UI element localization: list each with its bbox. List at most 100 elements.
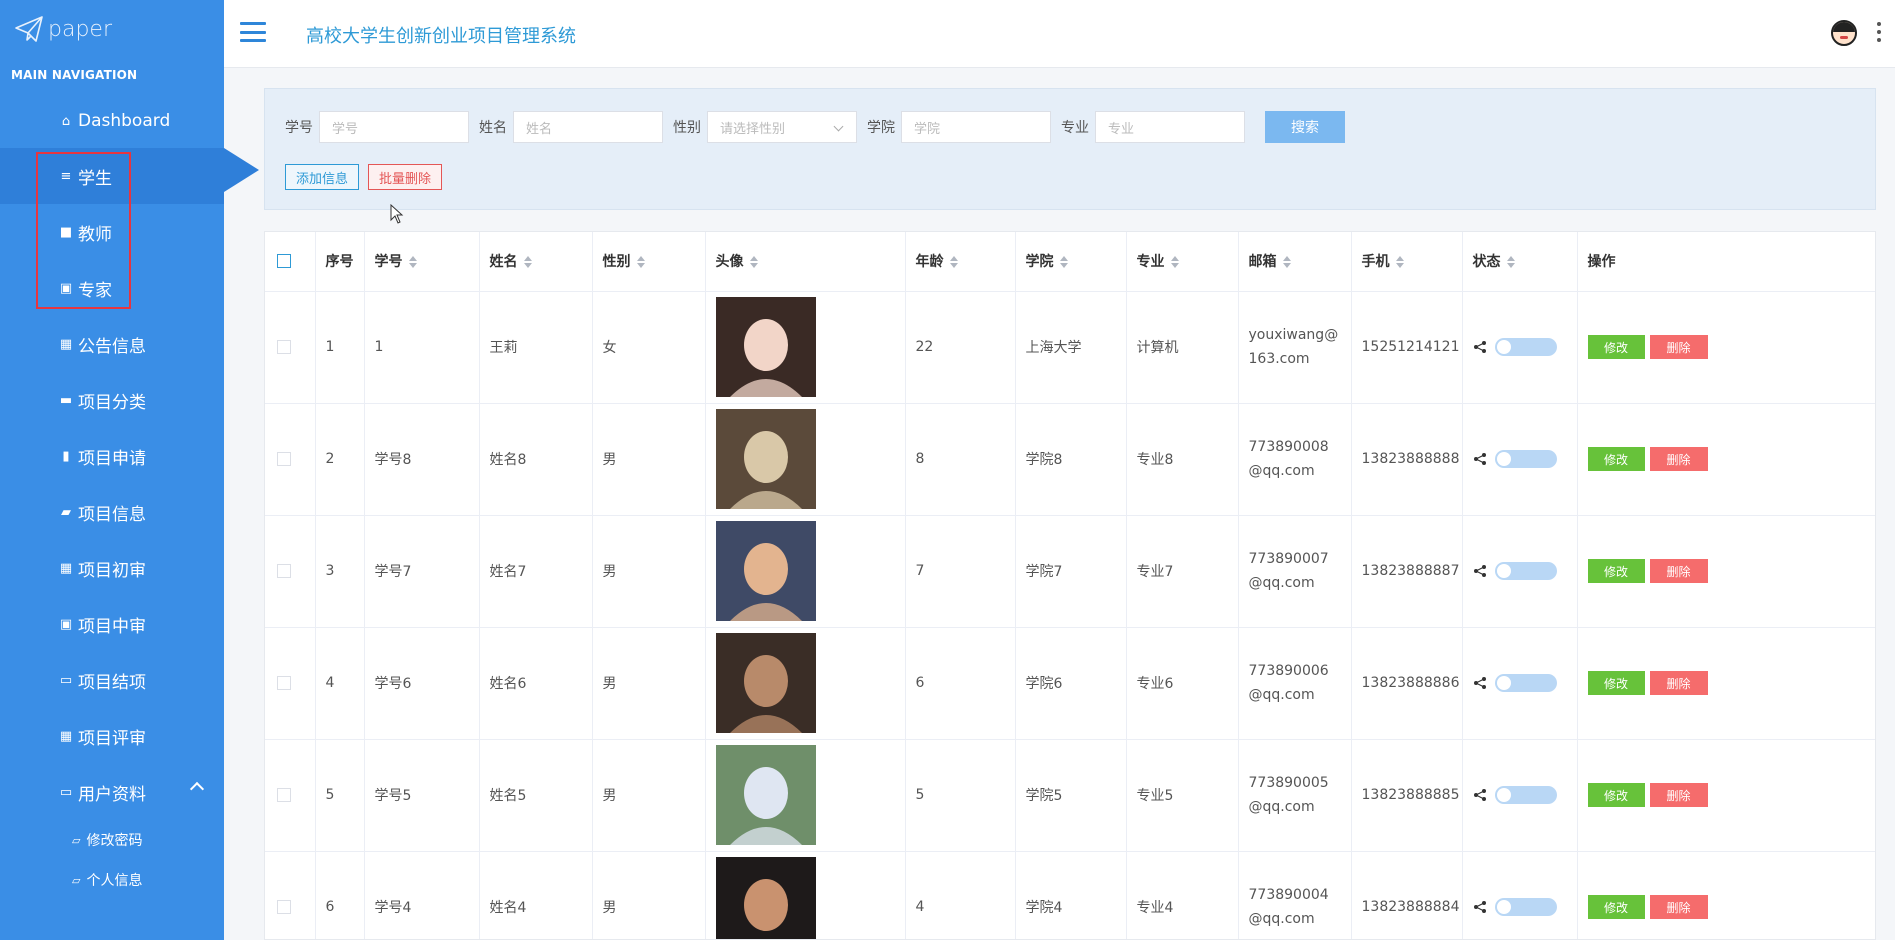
avatar-photo[interactable] — [715, 633, 816, 733]
major-input[interactable]: 专业 — [1095, 111, 1245, 143]
college-input[interactable]: 学院 — [901, 111, 1051, 143]
edit-button[interactable]: 修改 — [1587, 447, 1645, 471]
grid-icon: ▦ — [59, 728, 73, 744]
bar-chart-icon: ▮ — [62, 448, 70, 464]
menu-toggle-icon[interactable] — [240, 22, 266, 42]
sort-icon[interactable] — [523, 256, 532, 269]
share-icon[interactable] — [1473, 788, 1487, 802]
sidebar-item-5[interactable]: ▬ 项目分类 — [0, 372, 224, 428]
column-header-8[interactable]: 邮箱 — [1238, 232, 1352, 292]
more-options-icon[interactable] — [1877, 22, 1881, 42]
student-id-input[interactable]: 学号 — [319, 111, 469, 143]
cell-status — [1462, 627, 1578, 740]
row-checkbox[interactable] — [277, 340, 291, 354]
sort-icon[interactable] — [1282, 256, 1291, 269]
share-icon[interactable] — [1473, 900, 1487, 914]
sort-icon[interactable] — [408, 256, 417, 269]
sidebar-subitem-1[interactable]: ▱ 个人信息 — [0, 860, 224, 900]
status-toggle[interactable] — [1494, 674, 1557, 692]
select-all-checkbox[interactable] — [277, 254, 291, 269]
row-checkbox[interactable] — [277, 564, 291, 578]
column-header-4[interactable]: 头像 — [705, 232, 906, 292]
row-checkbox[interactable] — [277, 676, 291, 690]
table-row: 6 学号4 姓名4 男 4 学院4 专业4 773890004@qq.com 138238888… — [265, 851, 1875, 940]
column-header-6[interactable]: 学院 — [1015, 232, 1127, 292]
avatar-photo[interactable] — [715, 745, 816, 845]
cell-index: 3 — [315, 515, 365, 628]
cell-text: 男 — [602, 452, 617, 468]
delete-button[interactable]: 删除 — [1649, 559, 1708, 583]
batch-delete-button[interactable]: 批量删除 — [368, 164, 443, 190]
sort-icon[interactable] — [749, 256, 758, 269]
avatar-photo[interactable] — [715, 857, 816, 940]
share-icon[interactable] — [1473, 676, 1487, 690]
avatar-photo[interactable] — [715, 521, 816, 621]
sidebar-subitem-0[interactable]: ▱ 修改密码 — [0, 820, 224, 860]
column-header-5[interactable]: 年龄 — [905, 232, 1016, 292]
share-icon[interactable] — [1473, 340, 1487, 354]
column-header-10[interactable]: 状态 — [1462, 232, 1578, 292]
row-checkbox[interactable] — [277, 452, 291, 466]
sort-icon[interactable] — [1170, 256, 1179, 269]
status-toggle[interactable] — [1494, 786, 1557, 804]
sort-icon[interactable] — [636, 256, 645, 269]
avatar-photo[interactable] — [715, 297, 816, 397]
sort-icon[interactable] — [1059, 256, 1068, 269]
sidebar-item-9[interactable]: ▣ 项目中审 — [0, 596, 224, 652]
sort-icon[interactable] — [1506, 256, 1515, 269]
sidebar-item-12[interactable]: ▭ 用户资料 — [0, 764, 224, 820]
edit-button[interactable]: 修改 — [1587, 559, 1645, 583]
share-icon[interactable] — [1473, 564, 1487, 578]
cell-age: 4 — [905, 851, 1016, 939]
sidebar-item-0[interactable]: ⌂ Dashboard — [0, 94, 224, 148]
sidebar-item-8[interactable]: ▦ 项目初审 — [0, 540, 224, 596]
edit-button[interactable]: 修改 — [1587, 671, 1645, 695]
column-header-label: 手机 — [1361, 254, 1390, 271]
sidebar-item-6[interactable]: ▮ 项目申请 — [0, 428, 224, 484]
app-logo[interactable]: paper — [0, 0, 224, 58]
status-toggle[interactable] — [1494, 338, 1557, 356]
cell-text: 上海大学 — [1025, 340, 1082, 356]
column-header-2[interactable]: 姓名 — [479, 232, 593, 292]
cell-text: 13823888887 — [1361, 563, 1460, 579]
sidebar-item-7[interactable]: ▰ 项目信息 — [0, 484, 224, 540]
sidebar-item-4[interactable]: ▦ 公告信息 — [0, 316, 224, 372]
edit-button[interactable]: 修改 — [1587, 895, 1645, 919]
row-checkbox[interactable] — [277, 788, 291, 802]
sidebar-item-1[interactable]: ≡ 学生 — [0, 148, 259, 204]
sidebar-item-3[interactable]: ▣ 专家 — [0, 260, 224, 316]
search-button[interactable]: 搜索 — [1265, 111, 1345, 143]
share-icon[interactable] — [1473, 452, 1487, 466]
row-checkbox[interactable] — [277, 900, 291, 914]
avatar[interactable] — [1831, 20, 1857, 46]
status-toggle[interactable] — [1494, 450, 1557, 468]
sidebar-item-11[interactable]: ▦ 项目评审 — [0, 708, 224, 764]
sliders-icon: ≡ — [60, 168, 72, 184]
status-toggle[interactable] — [1494, 898, 1557, 916]
card-icon: ▭ — [59, 784, 73, 800]
delete-button[interactable]: 删除 — [1649, 671, 1708, 695]
delete-button[interactable]: 删除 — [1649, 447, 1708, 471]
name-input[interactable]: 姓名 — [513, 111, 663, 143]
status-toggle[interactable] — [1494, 562, 1557, 580]
sidebar-item-2[interactable]: ■ 教师 — [0, 204, 224, 260]
sort-icon[interactable] — [1395, 256, 1404, 269]
delete-button[interactable]: 删除 — [1649, 335, 1708, 359]
sort-icon[interactable] — [949, 256, 958, 269]
edit-button[interactable]: 修改 — [1587, 783, 1645, 807]
column-header-1[interactable]: 学号 — [364, 232, 480, 292]
cell-text: 学院8 — [1025, 452, 1063, 468]
column-header-9[interactable]: 手机 — [1351, 232, 1463, 292]
sidebar: paper MAIN NAVIGATION ⌂ Dashboard ≡ 学生 ■ 教师 ▣ 专… — [0, 0, 259, 940]
sidebar-item-10[interactable]: ▭ 项目结项 — [0, 652, 224, 708]
table-row: 2 学号8 姓名8 男 8 学院8 专业8 773890008@qq.com 138238888… — [265, 403, 1875, 516]
avatar-photo[interactable] — [715, 409, 816, 509]
gender-select[interactable]: 请选择性别 — [707, 111, 857, 143]
delete-button[interactable]: 删除 — [1649, 783, 1708, 807]
column-header-3[interactable]: 性别 — [592, 232, 706, 292]
edit-button[interactable]: 修改 — [1587, 335, 1645, 359]
delete-button[interactable]: 删除 — [1649, 895, 1708, 919]
add-info-button[interactable]: 添加信息 — [285, 164, 360, 190]
column-header-7[interactable]: 专业 — [1126, 232, 1239, 292]
select-all-cell — [265, 232, 316, 292]
